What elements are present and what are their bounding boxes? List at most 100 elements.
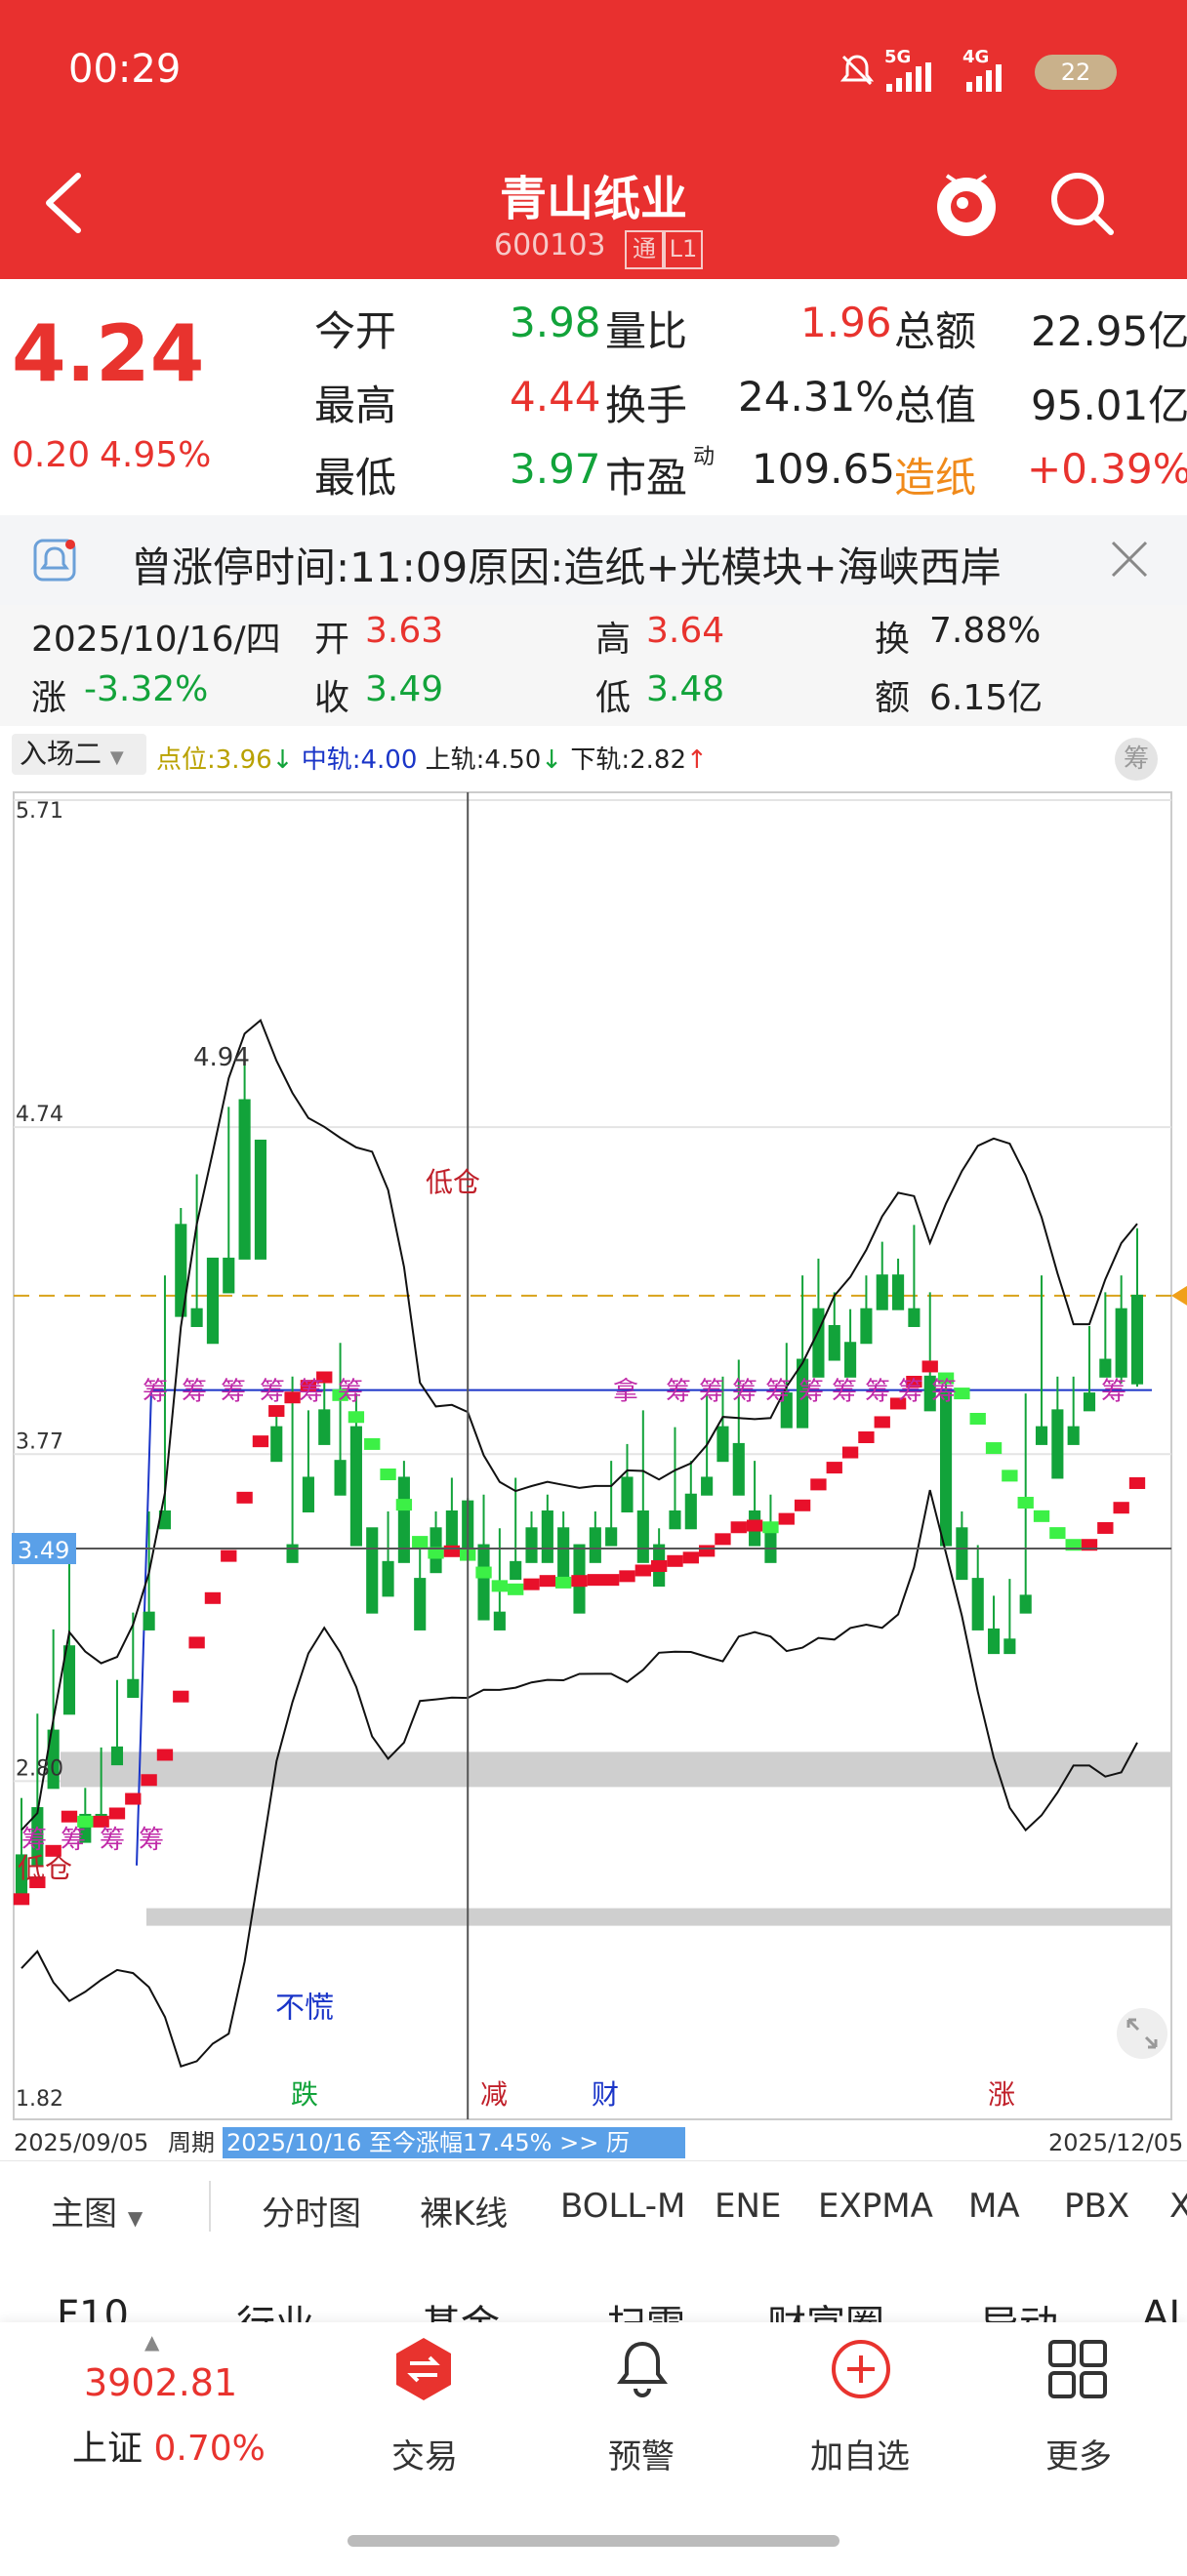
chip-marker: 筹 xyxy=(865,1378,890,1407)
close-icon[interactable] xyxy=(1109,539,1150,584)
candle-down xyxy=(589,1527,601,1563)
upper-value: 4.50 xyxy=(484,745,542,775)
candle-down xyxy=(1003,1638,1016,1655)
annotation-rise: 涨 xyxy=(988,2078,1015,2111)
period-banner-text: 2025/10/16 至今涨幅17.45% >> 历 xyxy=(226,2129,630,2156)
candle-down xyxy=(860,1308,873,1345)
candle-down xyxy=(684,1493,697,1530)
mid-ribbon-segment xyxy=(794,1499,811,1511)
ohlc-close: 3.49 xyxy=(365,669,444,709)
chip-marker: 筹 xyxy=(338,1378,363,1407)
candle-down xyxy=(206,1257,220,1345)
indicator-selector[interactable]: 入场二 ▼ xyxy=(12,734,146,775)
last-price: 4.24 xyxy=(12,308,205,399)
candle-down xyxy=(190,1308,203,1327)
add-watchlist-icon[interactable] xyxy=(830,2336,892,2406)
grid-more-icon[interactable] xyxy=(1046,2336,1109,2406)
candle-down xyxy=(1115,1308,1127,1378)
ohlc-low: 3.48 xyxy=(646,669,725,709)
mid-ribbon-segment xyxy=(204,1591,222,1604)
bell-icon xyxy=(33,539,76,587)
mid-ribbon-segment xyxy=(571,1575,588,1588)
bottom-nav: ▲ 3902.81 上证 0.70% 交易 预警 加自选 更多 xyxy=(0,2322,1187,2576)
candle-down xyxy=(223,1257,235,1294)
last-price-marker xyxy=(1171,1285,1187,1306)
annotation-drop: 跌 xyxy=(291,2078,318,2111)
tab-naked-k[interactable]: 裸K线 xyxy=(420,2187,508,2234)
index-info[interactable]: 上证 0.70% xyxy=(72,2420,266,2471)
tab-ma[interactable]: MA xyxy=(968,2187,1020,2226)
annotation-finance: 财 xyxy=(592,2078,619,2111)
mid-ribbon-segment xyxy=(841,1446,859,1459)
bell-alert-icon[interactable] xyxy=(611,2336,674,2406)
mid-ribbon-segment xyxy=(682,1551,699,1564)
chip-marker: 筹 xyxy=(765,1378,791,1407)
mid-ribbon-segment xyxy=(475,1566,492,1579)
candle-down xyxy=(1067,1426,1080,1445)
subtab-minesweep[interactable]: 扫雷 xyxy=(607,2293,685,2322)
subtab-movement[interactable]: 异动 xyxy=(980,2293,1058,2322)
lower-label: 下轨: xyxy=(570,745,631,775)
subtab-ai[interactable]: AI xyxy=(1142,2293,1180,2322)
search-icon[interactable] xyxy=(1048,170,1117,242)
signal-icon xyxy=(886,62,949,96)
chip-marker: 筹 xyxy=(1101,1378,1126,1407)
kline-chart[interactable]: 3.49 5.71 4.74 3.77 2.80 1.82 4.94 低仓 低仓 不慌跌减财涨筹筹… xyxy=(0,786,1187,2160)
mid-ribbon-segment xyxy=(380,1469,396,1481)
chip-marker: 筹 xyxy=(299,1378,324,1407)
limit-up-banner[interactable]: 曾涨停时间:11:09原因:造纸+光模块+海峡西岸 xyxy=(0,515,1187,605)
candle-down xyxy=(510,1560,522,1581)
annotation-low-position: 低仓 xyxy=(426,1166,480,1198)
trade-icon[interactable] xyxy=(392,2336,455,2406)
chip-marker: 筹 xyxy=(260,1378,285,1407)
chip-distribution-button[interactable]: 筹 xyxy=(1115,738,1158,781)
subtab-f10[interactable]: F10 xyxy=(57,2293,129,2322)
tab-boll[interactable]: BOLL-M xyxy=(560,2187,685,2226)
tab-timeshare[interactable]: 分时图 xyxy=(262,2187,361,2234)
ohlc-turnover: 7.88% xyxy=(929,611,1042,651)
tab-divider xyxy=(209,2181,211,2232)
period-label: 周期 xyxy=(168,2129,215,2156)
chevron-down-icon: ▼ xyxy=(127,2206,143,2230)
tab-pbx[interactable]: PBX xyxy=(1064,2187,1129,2226)
candle-down xyxy=(605,1527,618,1547)
mid-ribbon-segment xyxy=(443,1545,461,1557)
high-label: 4.94 xyxy=(193,1043,250,1072)
nav-add-watchlist[interactable]: 加自选 xyxy=(787,2430,933,2477)
subtab-fund[interactable]: 基金 xyxy=(422,2293,500,2322)
badge-tong: 通 xyxy=(625,230,664,269)
battery-icon: 22 xyxy=(1035,55,1117,90)
kline-svg[interactable]: 3.495.714.743.772.801.824.94低仓低仓不慌跌减财涨筹筹… xyxy=(0,786,1187,2160)
point-label: 点位: xyxy=(156,745,216,775)
tab-more[interactable]: X xyxy=(1169,2187,1187,2226)
index-value[interactable]: 3902.81 xyxy=(84,2361,237,2404)
nav-alert[interactable]: 预警 xyxy=(568,2430,715,2477)
candle-down xyxy=(732,1442,745,1496)
tab-expma[interactable]: EXPMA xyxy=(818,2187,933,2226)
value-low: 3.97 xyxy=(510,445,601,493)
nav-trade[interactable]: 交易 xyxy=(351,2430,498,2477)
banner-text: 曾涨停时间:11:09原因:造纸+光模块+海峡西岸 xyxy=(131,543,1002,591)
signal-icon-2 xyxy=(966,62,1025,96)
mid-ribbon-segment xyxy=(874,1416,890,1429)
subtab-industry[interactable]: 行业 xyxy=(236,2293,314,2322)
upper-label: 上轨: xyxy=(425,745,485,775)
label-high: 最高 xyxy=(314,382,397,429)
price-change: 0.20 xyxy=(12,435,91,475)
candle-down xyxy=(254,1139,266,1260)
nav-more[interactable]: 更多 xyxy=(1005,2430,1152,2477)
tab-ene[interactable]: ENE xyxy=(715,2187,781,2226)
ohlc-open-label: 开 xyxy=(314,620,350,660)
app-header: 00:29 5G 4G 22 青山纸业 600103 通 L1 xyxy=(0,0,1187,279)
subtab-wealth-circle[interactable]: 财富圈 xyxy=(767,2293,884,2322)
robot-assistant-icon[interactable] xyxy=(929,162,1003,244)
tab-main-chart[interactable]: 主图 ▼ xyxy=(51,2187,143,2234)
chart-tab-bar: 主图 ▼ 分时图 裸K线 BOLL-M ENE EXPMA MA PBX X xyxy=(0,2160,1187,2252)
candle-down xyxy=(1035,1426,1048,1445)
candle-down xyxy=(636,1510,649,1563)
mid-ribbon-segment xyxy=(667,1554,683,1567)
label-sector[interactable]: 造纸 xyxy=(894,445,976,504)
mid-ribbon-segment xyxy=(141,1774,157,1787)
chip-marker: 筹 xyxy=(732,1378,757,1407)
fullscreen-icon[interactable] xyxy=(1117,2008,1167,2059)
